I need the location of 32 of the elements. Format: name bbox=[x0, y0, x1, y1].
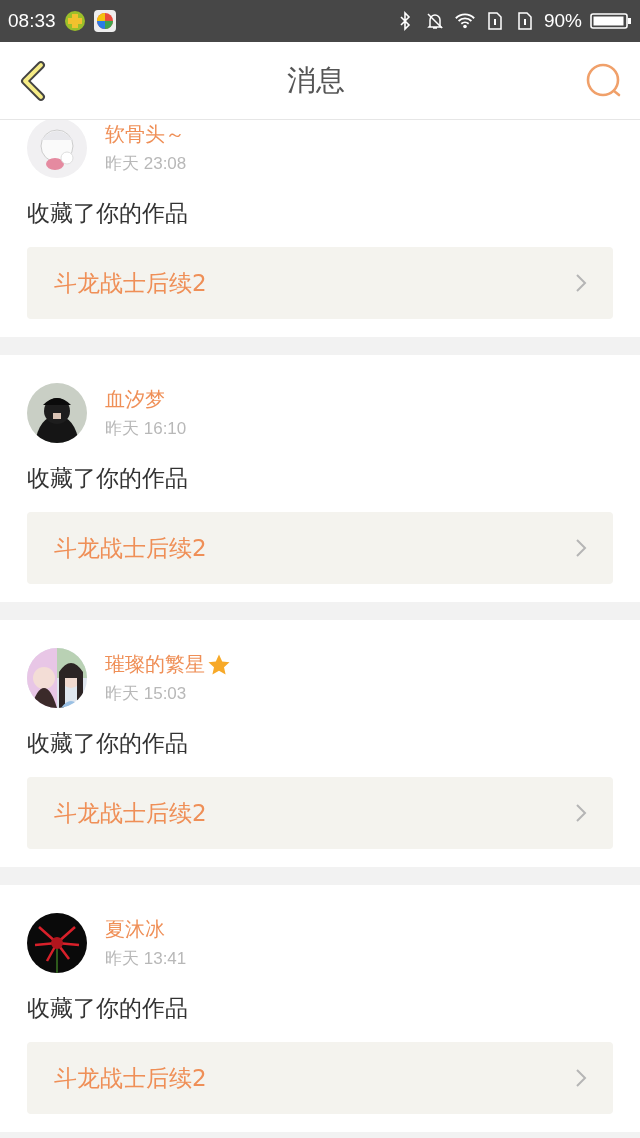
message-text: 收藏了你的作品 bbox=[27, 199, 189, 228]
chevron-right-icon bbox=[575, 1068, 587, 1088]
back-icon[interactable] bbox=[18, 58, 48, 103]
battery-icon bbox=[590, 11, 632, 31]
work-title: 斗龙战士后续2 bbox=[54, 1063, 207, 1093]
user-name[interactable]: 夏沐冰 bbox=[105, 916, 165, 943]
message-time: 昨天 13:41 bbox=[105, 948, 187, 970]
message-time: 昨天 16:10 bbox=[105, 418, 187, 440]
page-title: 消息 bbox=[287, 61, 345, 99]
work-title: 斗龙战士后续2 bbox=[54, 268, 207, 298]
user-name[interactable]: 软骨头～ bbox=[105, 121, 185, 148]
message-text: 收藏了你的作品 bbox=[27, 464, 189, 493]
chevron-right-icon bbox=[575, 803, 587, 823]
plus-app-icon bbox=[63, 10, 86, 32]
chevron-right-icon bbox=[575, 273, 587, 293]
chevron-right-icon bbox=[575, 538, 587, 558]
wifi-icon bbox=[453, 11, 476, 31]
battery-percent: 90% bbox=[543, 10, 582, 32]
work-link[interactable]: 斗龙战士后续2 bbox=[27, 1042, 613, 1114]
work-link[interactable]: 斗龙战士后续2 bbox=[27, 247, 613, 319]
user-name[interactable]: 璀璨的繁星 bbox=[105, 651, 205, 678]
user-name[interactable]: 血汐梦 bbox=[105, 386, 165, 413]
work-link[interactable]: 斗龙战士后续2 bbox=[27, 777, 613, 849]
app-icon bbox=[93, 10, 116, 32]
message-time: 昨天 23:08 bbox=[105, 153, 187, 175]
work-link[interactable]: 斗龙战士后续2 bbox=[27, 512, 613, 584]
work-title: 斗龙战士后续2 bbox=[54, 533, 207, 563]
message-text: 收藏了你的作品 bbox=[27, 729, 189, 758]
message-time: 昨天 15:03 bbox=[105, 683, 188, 705]
clock-time: 08:33 bbox=[8, 10, 56, 32]
message-text: 收藏了你的作品 bbox=[27, 994, 189, 1023]
work-title: 斗龙战士后续2 bbox=[54, 798, 207, 828]
